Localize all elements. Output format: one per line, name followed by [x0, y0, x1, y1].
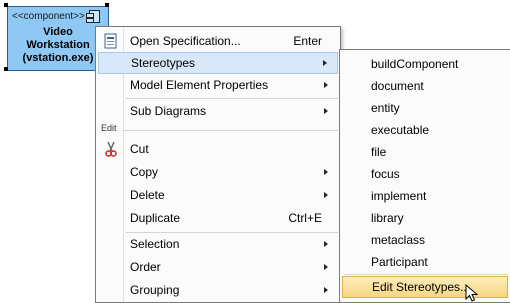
submenu-arrow-icon	[324, 192, 328, 198]
stereotype-label: metaclass	[371, 233, 426, 247]
menu-item-sub-diagrams[interactable]: Sub Diagrams	[98, 100, 338, 122]
menu-item-label: Copy	[130, 165, 159, 179]
stereotypes-submenu: buildComponent document entity executabl…	[339, 49, 510, 303]
selection-handle-top-left[interactable]	[4, 3, 8, 7]
scissors-icon	[105, 141, 117, 157]
menu-item-cut[interactable]: Cut	[98, 138, 338, 160]
section-label: Edit	[101, 123, 117, 133]
stereotype-label: buildComponent	[371, 57, 459, 71]
stereotype-label: document	[371, 79, 424, 93]
menu-item-duplicate[interactable]: Duplicate Ctrl+E	[98, 207, 338, 229]
menu-item-label: Selection	[130, 237, 180, 251]
component-name: Video Workstation (vstation.exe)	[8, 26, 108, 65]
submenu-arrow-icon	[324, 287, 328, 293]
stereotype-item-focus[interactable]: focus	[342, 163, 508, 185]
stereotype-item-entity[interactable]: entity	[342, 97, 508, 119]
menu-item-label: Open Specification...	[130, 34, 241, 48]
stereotype-label: library	[371, 211, 404, 225]
edit-stereotypes-item[interactable]: Edit Stereotypes...	[342, 276, 508, 298]
submenu-arrow-icon	[324, 82, 328, 88]
selection-handle-bottom-left[interactable]	[4, 67, 8, 71]
stereotype-item-implement[interactable]: implement	[342, 185, 508, 207]
menu-item-label: Grouping	[130, 283, 180, 297]
stereotype-item-metaclass[interactable]: metaclass	[342, 229, 508, 251]
component-name-line-2: Workstation	[26, 39, 90, 51]
stereotype-item-buildcomponent[interactable]: buildComponent	[342, 53, 508, 75]
stereotype-label: implement	[371, 189, 427, 203]
stereotype-label: Participant	[371, 255, 428, 269]
uml-component-video-workstation[interactable]: <<component>> Video Workstation (vstatio…	[7, 6, 109, 71]
menu-separator	[126, 98, 338, 99]
menu-item-label: Order	[130, 260, 161, 274]
menu-item-label: Duplicate	[130, 211, 181, 225]
menu-item-label: Stereotypes	[131, 56, 196, 70]
menu-item-label: Delete	[130, 188, 165, 202]
menu-item-shortcut: Ctrl+E	[288, 211, 322, 225]
menu-item-label: Sub Diagrams	[130, 104, 207, 118]
submenu-separator	[344, 274, 508, 275]
submenu-arrow-icon	[324, 264, 328, 270]
submenu-arrow-icon	[323, 60, 327, 66]
menu-item-stereotypes[interactable]: Stereotypes	[98, 52, 338, 74]
menu-item-selection[interactable]: Selection	[98, 233, 338, 255]
menu-item-open-specification[interactable]: Open Specification... Enter	[98, 30, 338, 52]
stereotype-item-library[interactable]: library	[342, 207, 508, 229]
stereotype-item-document[interactable]: document	[342, 75, 508, 97]
edit-stereotypes-label: Edit Stereotypes...	[372, 280, 471, 294]
stereotype-item-executable[interactable]: executable	[342, 119, 508, 141]
stereotype-label: focus	[371, 167, 400, 181]
menu-item-shortcut: Enter	[293, 34, 322, 48]
context-menu: Open Specification... Enter Stereotypes …	[95, 26, 341, 303]
stereotype-item-participant[interactable]: Participant	[342, 251, 508, 273]
menu-item-model-element-properties[interactable]: Model Element Properties	[98, 74, 338, 96]
component-icon	[86, 10, 100, 23]
component-stereotype: <<component>>	[12, 11, 85, 22]
section-divider	[122, 130, 338, 131]
menu-item-grouping[interactable]: Grouping	[98, 279, 338, 301]
open-spec-icon	[104, 33, 117, 49]
menu-item-label: Model Element Properties	[130, 78, 269, 92]
stereotype-item-file[interactable]: file	[342, 141, 508, 163]
submenu-arrow-icon	[324, 169, 328, 175]
submenu-arrow-icon	[324, 108, 328, 114]
submenu-arrow-icon	[324, 241, 328, 247]
stereotype-label: entity	[371, 101, 400, 115]
menu-item-order[interactable]: Order	[98, 256, 338, 278]
component-name-line-3: (vstation.exe)	[22, 52, 94, 64]
component-name-line-1: Video	[43, 26, 73, 38]
menu-item-delete[interactable]: Delete	[98, 184, 338, 206]
menu-section-edit: Edit	[98, 123, 338, 136]
menu-item-copy[interactable]: Copy	[98, 161, 338, 183]
mouse-pointer-icon	[465, 284, 479, 302]
stereotype-label: file	[371, 145, 387, 159]
selection-handle-top-right[interactable]	[105, 3, 109, 7]
menu-item-label: Cut	[130, 142, 149, 156]
stereotype-label: executable	[371, 123, 430, 137]
